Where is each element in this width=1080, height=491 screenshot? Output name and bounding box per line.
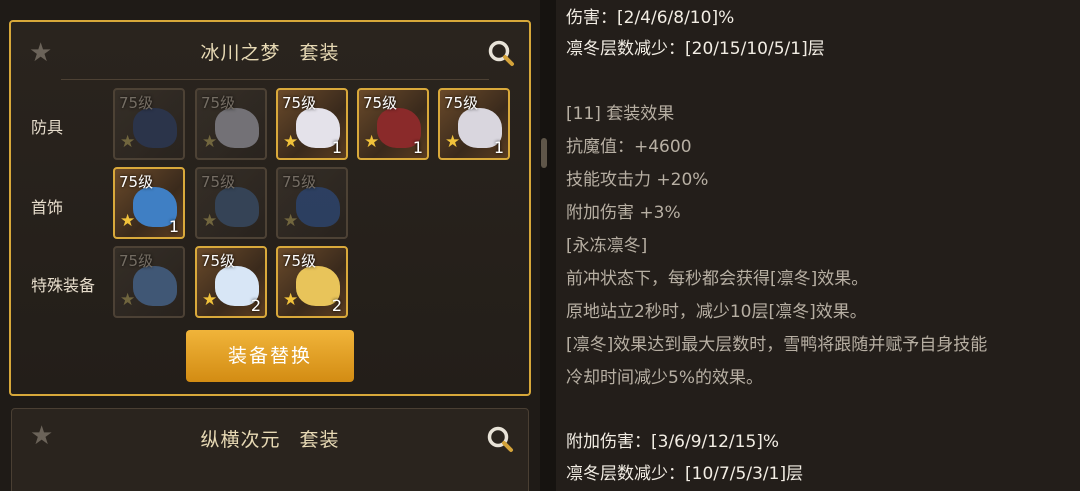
scrollbar-thumb[interactable] bbox=[541, 138, 547, 168]
grade-star-icon: ★ bbox=[202, 132, 218, 152]
special-slot-3[interactable]: 75级 ★ 2 bbox=[276, 246, 348, 318]
item-count: 1 bbox=[331, 138, 342, 157]
armor-slot-4[interactable]: 75级 ★ 1 bbox=[357, 88, 429, 160]
desc-line: 前冲状态下，每秒都会获得[凛冬]效果。 bbox=[566, 269, 869, 289]
item-level: 75级 bbox=[282, 252, 317, 270]
grade-star-icon: ★ bbox=[120, 211, 136, 231]
desc-line: [11] 套装效果 bbox=[566, 104, 675, 124]
equipment-set-list: ★ 冰川之梦 套装 防具 首饰 特殊装备 75级 ★ 75级 ★ 75级 ★ 1… bbox=[0, 0, 540, 491]
desc-line: 附加伤害：[3/6/9/12/15]% bbox=[566, 432, 780, 452]
special-slot-2[interactable]: 75级 ★ 2 bbox=[195, 246, 267, 318]
item-count: 1 bbox=[168, 217, 179, 236]
equipment-swap-button[interactable]: 装备替换 bbox=[186, 330, 354, 382]
desc-line: 冷却时间减少5%的效果。 bbox=[566, 368, 763, 388]
set-suffix: 套装 bbox=[299, 429, 340, 451]
item-level: 75级 bbox=[444, 94, 479, 112]
desc-line: 附加伤害 +3% bbox=[566, 203, 681, 223]
grade-star-icon: ★ bbox=[202, 211, 218, 231]
armor-slot-1[interactable]: 75级 ★ bbox=[113, 88, 185, 160]
grade-star-icon: ★ bbox=[283, 132, 299, 152]
scrollbar-track[interactable] bbox=[540, 0, 556, 491]
grade-star-icon: ★ bbox=[445, 132, 461, 152]
header-divider bbox=[61, 79, 489, 80]
item-level: 75级 bbox=[119, 94, 154, 112]
set-header: ★ 冰川之梦 套装 bbox=[11, 22, 529, 80]
item-count: 1 bbox=[412, 138, 423, 157]
item-level: 75级 bbox=[201, 94, 236, 112]
armor-slot-3[interactable]: 75级 ★ 1 bbox=[276, 88, 348, 160]
item-count: 2 bbox=[250, 296, 261, 315]
set-title: 纵横次元 套装 bbox=[12, 425, 528, 452]
grade-star-icon: ★ bbox=[283, 211, 299, 231]
set-name: 冰川之梦 bbox=[200, 42, 281, 64]
set-title: 冰川之梦 套装 bbox=[11, 38, 529, 65]
item-level: 75级 bbox=[282, 173, 317, 191]
search-icon[interactable] bbox=[486, 425, 514, 453]
item-count: 2 bbox=[331, 296, 342, 315]
item-level: 75级 bbox=[119, 252, 154, 270]
set-suffix: 套装 bbox=[299, 42, 340, 64]
game-screen: ★ 冰川之梦 套装 防具 首饰 特殊装备 75级 ★ 75级 ★ 75级 ★ 1… bbox=[0, 0, 1080, 491]
desc-line: 凛冬层数减少：[10/7/5/3/1]层 bbox=[566, 464, 804, 484]
accessory-ring-icon bbox=[296, 187, 340, 227]
grade-star-icon: ★ bbox=[120, 132, 136, 152]
grade-star-icon: ★ bbox=[202, 290, 218, 310]
item-count: 1 bbox=[493, 138, 504, 157]
grade-star-icon: ★ bbox=[120, 290, 136, 310]
item-level: 75级 bbox=[201, 252, 236, 270]
desc-line: 抗魔值：+4600 bbox=[566, 137, 692, 157]
accessory-slot-3[interactable]: 75级 ★ bbox=[276, 167, 348, 239]
armor-slot-5[interactable]: 75级 ★ 1 bbox=[438, 88, 510, 160]
accessory-slot-1[interactable]: 75级 ★ 1 bbox=[113, 167, 185, 239]
armor-slot-2[interactable]: 75级 ★ bbox=[195, 88, 267, 160]
accessory-bracelet-icon bbox=[215, 187, 259, 227]
item-level: 75级 bbox=[363, 94, 398, 112]
search-icon[interactable] bbox=[487, 39, 515, 67]
desc-line: 原地站立2秒时，减少10层[凛冬]效果。 bbox=[566, 302, 867, 322]
desc-line: [凛冬]效果达到最大层数时，雪鸭将跟随并赋予自身技能 bbox=[566, 335, 988, 355]
accessory-slot-2[interactable]: 75级 ★ bbox=[195, 167, 267, 239]
item-level: 75级 bbox=[282, 94, 317, 112]
armor-fur-icon bbox=[215, 108, 259, 148]
row-label-special: 特殊装备 bbox=[31, 276, 96, 295]
special-slot-1[interactable]: 75级 ★ bbox=[113, 246, 185, 318]
item-level: 75级 bbox=[119, 173, 154, 191]
grade-star-icon: ★ bbox=[283, 290, 299, 310]
desc-line: 技能攻击力 +20% bbox=[566, 170, 709, 190]
set-name: 纵横次元 bbox=[200, 429, 281, 451]
item-level: 75级 bbox=[201, 173, 236, 191]
desc-line: 凛冬层数减少：[20/15/10/5/1]层 bbox=[566, 39, 825, 59]
desc-line: 伤害：[2/4/6/8/10]% bbox=[566, 8, 735, 28]
row-label-accessory: 首饰 bbox=[31, 198, 64, 217]
special-item-icon bbox=[133, 266, 177, 306]
desc-line: [永冻凛冬] bbox=[566, 236, 648, 256]
armor-coat-icon bbox=[133, 108, 177, 148]
grade-star-icon: ★ bbox=[364, 132, 380, 152]
set-card-dimension[interactable]: ★ 纵横次元 套装 bbox=[11, 408, 529, 491]
row-label-armor: 防具 bbox=[31, 118, 64, 137]
